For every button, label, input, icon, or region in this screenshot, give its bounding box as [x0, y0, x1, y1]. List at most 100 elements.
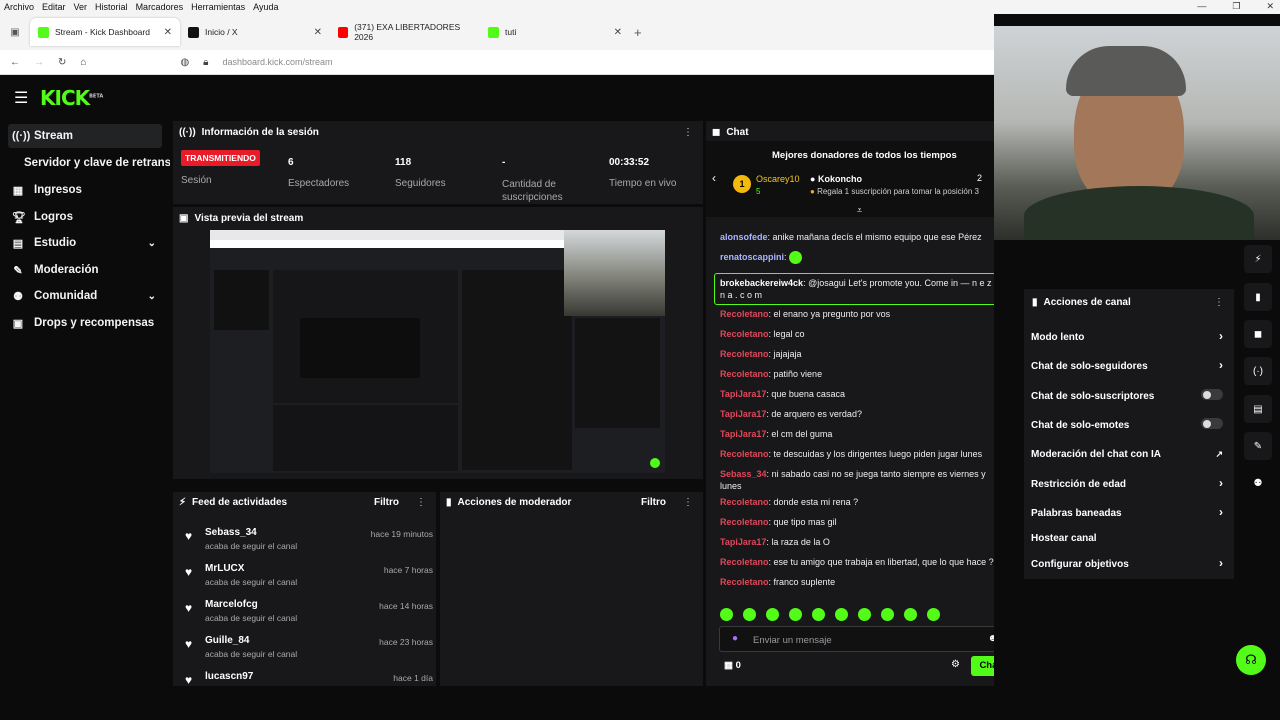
chat-input[interactable]: ● Enviar un mensaje ☻	[719, 626, 1009, 652]
close-tab-icon[interactable]: ✕	[164, 27, 172, 38]
subs-only-toggle[interactable]	[1201, 389, 1223, 400]
close-tab-icon[interactable]: ✕	[614, 27, 622, 38]
emote-icon[interactable]	[881, 607, 894, 621]
sidebar-item-moderacion[interactable]: ✎ Moderación	[8, 258, 162, 282]
emote-icon[interactable]	[904, 607, 917, 621]
donor-name[interactable]: Oscarey10	[756, 174, 800, 184]
mod-filter-button[interactable]: Filtro	[641, 497, 666, 508]
action-age-restriction[interactable]: Restricción de edad ›	[1031, 476, 1227, 490]
more-options-icon[interactable]: ⋮	[416, 497, 426, 508]
sidebar-item-estudio[interactable]: ▤ Estudio ⌄	[8, 231, 162, 255]
emote-icon[interactable]	[835, 607, 848, 621]
emotes-only-toggle[interactable]	[1201, 418, 1223, 429]
menu-archivo[interactable]: Archivo	[4, 2, 34, 12]
expand-down-icon[interactable]: ⩡	[857, 205, 862, 216]
forward-icon[interactable]: →	[34, 57, 44, 68]
menu-marcadores[interactable]: Marcadores	[136, 2, 184, 12]
chat-username[interactable]: renatoscappini	[720, 252, 784, 262]
more-options-icon[interactable]: ⋮	[683, 127, 693, 138]
chat-username[interactable]: Recoletano	[720, 369, 769, 379]
url-input[interactable]: dashboard.kick.com/stream	[223, 57, 333, 67]
back-icon[interactable]: ←	[10, 57, 20, 68]
action-emotes-only[interactable]: Chat de solo-emotes	[1031, 418, 1227, 431]
minimize-icon[interactable]: —	[1197, 1, 1206, 12]
chat-username[interactable]: TapiJara17	[720, 537, 766, 547]
rail-bolt-icon[interactable]: ⚡︎	[1244, 245, 1272, 273]
chat-username[interactable]: TapiJara17	[720, 429, 766, 439]
menu-historial[interactable]: Historial	[95, 2, 128, 12]
gift-prompt[interactable]: ● Regala 1 suscripción para tomar la pos…	[810, 187, 979, 196]
rail-document-icon[interactable]: ▮	[1244, 283, 1272, 311]
sidebar-item-stream[interactable]: ((·)) Stream	[8, 124, 162, 148]
chat-username[interactable]: brokebackereiw4ck	[720, 278, 803, 288]
browser-tab-x[interactable]: Inicio / X ✕	[180, 18, 330, 46]
sidebar-item-ingresos[interactable]: ▦ Ingresos	[8, 178, 162, 202]
chat-username[interactable]: Recoletano	[720, 309, 769, 319]
chat-username[interactable]: TapiJara17	[720, 389, 766, 399]
chat-username[interactable]: TapiJara17	[720, 409, 766, 419]
chat-username[interactable]: Recoletano	[720, 449, 769, 459]
close-window-icon[interactable]: ✕	[1266, 1, 1274, 12]
microphone-icon[interactable]: ●	[732, 633, 738, 644]
help-headset-icon[interactable]: ☊	[1236, 645, 1266, 675]
action-host-channel[interactable]: Hostear canal	[1031, 533, 1227, 544]
maximize-icon[interactable]: ❐	[1232, 1, 1240, 12]
kick-logo[interactable]: KICKBETA	[40, 86, 103, 110]
feed-user[interactable]: Marcelofcg	[205, 599, 258, 610]
menu-ver[interactable]: Ver	[74, 2, 88, 12]
stream-preview-video[interactable]	[210, 230, 665, 473]
emote-icon[interactable]	[720, 607, 733, 621]
feed-user[interactable]: lucascn97	[205, 671, 253, 682]
rail-layout-icon[interactable]: ▤	[1244, 395, 1272, 423]
browser-tab-kick[interactable]: Stream - Kick Dashboard ✕	[30, 18, 180, 46]
action-modo-lento[interactable]: Modo lento ›	[1031, 329, 1227, 343]
feed-user[interactable]: Sebass_34	[205, 527, 257, 538]
action-subs-only[interactable]: Chat de solo-suscriptores	[1031, 389, 1227, 402]
menu-herramientas[interactable]: Herramientas	[191, 2, 245, 12]
sidebar-item-server-key[interactable]: Servidor y clave de retransmisión	[20, 151, 170, 175]
browser-tab-tuti[interactable]: tuti ✕	[480, 18, 630, 46]
chat-username[interactable]: Recoletano	[720, 497, 769, 507]
feed-user[interactable]: MrLUCX	[205, 563, 244, 574]
rail-wrench-icon[interactable]: ✎	[1244, 432, 1272, 460]
more-options-icon[interactable]: ⋮	[683, 497, 693, 508]
feed-filter-button[interactable]: Filtro	[374, 497, 399, 508]
browser-tab-youtube[interactable]: (371) EXA LIBERTADORES 2026	[330, 18, 480, 46]
emote-icon[interactable]	[858, 607, 871, 621]
hamburger-menu-icon[interactable]: ☰	[14, 88, 28, 108]
chat-username[interactable]: Recoletano	[720, 517, 769, 527]
donor-2[interactable]: ● Kokoncho	[810, 174, 862, 184]
rail-broadcast-icon[interactable]: (·)	[1244, 357, 1272, 385]
rail-community-icon[interactable]: ⚉	[1244, 469, 1272, 497]
reload-icon[interactable]: ↻	[58, 57, 66, 68]
action-banned-words[interactable]: Palabras baneadas ›	[1031, 505, 1227, 519]
chat-username[interactable]: Recoletano	[720, 577, 769, 587]
tab-overview-icon[interactable]: ▣	[0, 27, 30, 38]
emote-icon[interactable]	[789, 607, 802, 621]
menu-editar[interactable]: Editar	[42, 2, 66, 12]
emote-icon[interactable]	[812, 607, 825, 621]
chat-username[interactable]: Recoletano	[720, 329, 769, 339]
emote-icon[interactable]	[927, 607, 940, 621]
new-tab-icon[interactable]: +	[634, 25, 642, 40]
action-ai-moderation[interactable]: Moderación del chat con IA ↗	[1031, 449, 1227, 460]
close-tab-icon[interactable]: ✕	[314, 27, 322, 38]
feed-user[interactable]: Guille_84	[205, 635, 249, 646]
chevron-left-icon[interactable]: ‹	[712, 171, 716, 185]
action-followers-only[interactable]: Chat de solo-seguidores ›	[1031, 358, 1227, 372]
sidebar-item-drops[interactable]: ▣ Drops y recompensas	[8, 311, 162, 335]
settings-gear-icon[interactable]: ⚙︎	[951, 659, 960, 670]
chat-username[interactable]: Recoletano	[720, 557, 769, 567]
more-options-icon[interactable]: ⋮	[1214, 297, 1224, 308]
chat-username[interactable]: alonsofede	[720, 232, 768, 242]
emote-icon[interactable]	[743, 607, 756, 621]
sidebar-item-comunidad[interactable]: ⚉ Comunidad ⌄	[8, 284, 162, 308]
home-icon[interactable]: ⌂	[80, 57, 86, 68]
menu-ayuda[interactable]: Ayuda	[253, 2, 278, 12]
shield-icon[interactable]: ◍	[180, 57, 189, 68]
chat-username[interactable]: Sebass_34	[720, 469, 767, 479]
rail-chat-icon[interactable]: ◼	[1244, 320, 1272, 348]
emote-icon[interactable]	[766, 607, 779, 621]
action-goals[interactable]: Configurar objetivos ›	[1031, 556, 1227, 570]
chat-username[interactable]: Recoletano	[720, 349, 769, 359]
